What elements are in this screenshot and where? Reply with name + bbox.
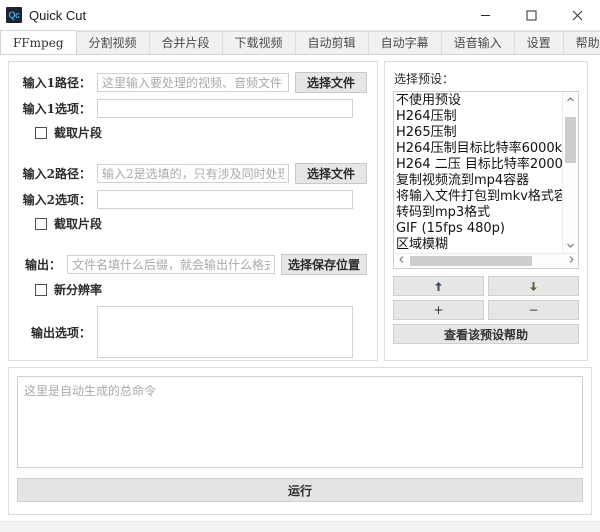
window-controls: [462, 0, 600, 30]
horizontal-scroll-track[interactable]: [408, 254, 564, 268]
maximize-icon: [526, 10, 537, 21]
output-options-label: 输出选项：: [19, 324, 97, 341]
preset-list-body: 不使用预设 H264压制 H265压制 H264压制目标比特率6000k H26…: [394, 92, 578, 253]
list-item[interactable]: H264 二压 目标比特率2000k: [396, 157, 562, 173]
input2-path-input[interactable]: [97, 164, 289, 183]
generated-command-textarea[interactable]: [17, 376, 583, 468]
arrow-down-icon: [529, 281, 538, 292]
vertical-scroll-track[interactable]: [563, 107, 578, 238]
new-resolution-checkbox-label: 新分辨率: [54, 281, 102, 298]
input2-options-label: 输入2选项：: [19, 191, 97, 208]
output-path-label: 输出：: [19, 256, 67, 273]
window-title: Quick Cut: [29, 8, 86, 23]
input1-clip-checkbox-row[interactable]: 截取片段: [35, 124, 367, 141]
scroll-right-icon[interactable]: [564, 254, 578, 268]
list-item[interactable]: 不使用预设: [396, 93, 562, 109]
list-item[interactable]: H265压制: [396, 125, 562, 141]
output-options-textarea[interactable]: [97, 306, 353, 358]
preset-list[interactable]: 不使用预设 H264压制 H265压制 H264压制目标比特率6000k H26…: [393, 91, 579, 269]
list-item[interactable]: H264压制: [396, 109, 562, 125]
input2-path-label: 输入2路径：: [19, 165, 97, 182]
app-icon-quickcut: Qc: [6, 7, 22, 23]
tab-help[interactable]: 帮助: [563, 31, 600, 54]
preset-remove-button[interactable]: −: [488, 300, 579, 320]
minimize-button[interactable]: [462, 0, 508, 30]
input2-path-row: 输入2路径： 选择文件: [19, 163, 367, 184]
preset-list-items: 不使用预设 H264压制 H265压制 H264压制目标比特率6000k H26…: [394, 92, 562, 253]
list-item[interactable]: GIF (15fps 480p): [396, 221, 562, 237]
spacer-2: [19, 232, 367, 254]
scroll-up-icon[interactable]: [563, 92, 578, 107]
maximize-button[interactable]: [508, 0, 554, 30]
tab-split-video[interactable]: 分割视频: [76, 31, 150, 54]
list-item[interactable]: 将输入文件打包到mkv格式容器: [396, 189, 562, 205]
input2-clip-checkbox-row[interactable]: 截取片段: [35, 215, 367, 232]
main-content: 输入1路径： 选择文件 输入1选项： 截取片段 输入2路径： 选择文件 输入2选…: [0, 55, 600, 361]
input1-clip-checkbox-label: 截取片段: [54, 124, 102, 141]
title-bar: Qc Quick Cut: [0, 0, 600, 31]
tab-settings[interactable]: 设置: [514, 31, 564, 54]
preset-add-button[interactable]: +: [393, 300, 484, 320]
preset-list-vertical-scrollbar[interactable]: [562, 92, 578, 253]
output-browse-button[interactable]: 选择保存位置: [281, 254, 367, 275]
run-button[interactable]: 运行: [17, 478, 583, 502]
scroll-left-icon[interactable]: [394, 254, 408, 268]
tab-voice-input[interactable]: 语音输入: [441, 31, 515, 54]
input1-path-label: 输入1路径：: [19, 74, 97, 91]
ffmpeg-form-panel: 输入1路径： 选择文件 输入1选项： 截取片段 输入2路径： 选择文件 输入2选…: [8, 61, 378, 361]
new-resolution-checkbox-row[interactable]: 新分辨率: [35, 281, 367, 298]
scroll-down-icon[interactable]: [563, 238, 578, 253]
tab-merge-clips[interactable]: 合并片段: [149, 31, 223, 54]
tab-auto-edit[interactable]: 自动剪辑: [295, 31, 369, 54]
spacer-1: [19, 141, 367, 163]
input1-path-row: 输入1路径： 选择文件: [19, 72, 367, 93]
input2-options-input[interactable]: [97, 190, 353, 209]
list-item[interactable]: H264压制目标比特率6000k: [396, 141, 562, 157]
tab-ffmpeg[interactable]: FFmpeg: [0, 30, 77, 54]
list-item[interactable]: 复制视频流到mp4容器: [396, 173, 562, 189]
vertical-scroll-thumb[interactable]: [565, 117, 576, 163]
output-path-input[interactable]: [67, 255, 275, 274]
close-button[interactable]: [554, 0, 600, 30]
input1-browse-button[interactable]: 选择文件: [295, 72, 367, 93]
tab-download-video[interactable]: 下载视频: [222, 31, 296, 54]
list-item[interactable]: 转码到mp3格式: [396, 205, 562, 221]
input2-browse-button[interactable]: 选择文件: [295, 163, 367, 184]
list-item[interactable]: 区域模糊: [396, 237, 562, 253]
preset-list-label: 选择预设：: [394, 70, 579, 87]
input1-options-input[interactable]: [97, 99, 353, 118]
preset-list-horizontal-scrollbar[interactable]: [394, 253, 578, 268]
input1-path-input[interactable]: [97, 73, 289, 92]
preset-help-button[interactable]: 查看该预设帮助: [393, 324, 579, 344]
preset-move-up-button[interactable]: [393, 276, 484, 296]
input1-options-label: 输入1选项：: [19, 100, 97, 117]
input2-options-row: 输入2选项：: [19, 190, 367, 209]
arrow-up-icon: [434, 281, 443, 292]
tab-bar: FFmpeg 分割视频 合并片段 下载视频 自动剪辑 自动字幕 语音输入 设置 …: [0, 31, 600, 55]
minimize-icon: [480, 10, 491, 21]
preset-move-down-button[interactable]: [488, 276, 579, 296]
output-options-row: 输出选项：: [19, 306, 367, 358]
status-bar: [0, 521, 600, 532]
command-panel: 运行: [8, 367, 592, 515]
new-resolution-checkbox[interactable]: [35, 284, 47, 296]
input1-clip-checkbox[interactable]: [35, 127, 47, 139]
tab-auto-subtitle[interactable]: 自动字幕: [368, 31, 442, 54]
input2-clip-checkbox-label: 截取片段: [54, 215, 102, 232]
close-icon: [572, 10, 583, 21]
horizontal-scroll-thumb[interactable]: [410, 256, 532, 266]
preset-panel: 选择预设： 不使用预设 H264压制 H265压制 H264压制目标比特率600…: [384, 61, 588, 361]
input2-clip-checkbox[interactable]: [35, 218, 47, 230]
input1-options-row: 输入1选项：: [19, 99, 367, 118]
panels-row: 输入1路径： 选择文件 输入1选项： 截取片段 输入2路径： 选择文件 输入2选…: [8, 61, 592, 361]
preset-action-buttons: + − 查看该预设帮助: [393, 276, 579, 344]
output-path-row: 输出： 选择保存位置: [19, 254, 367, 275]
